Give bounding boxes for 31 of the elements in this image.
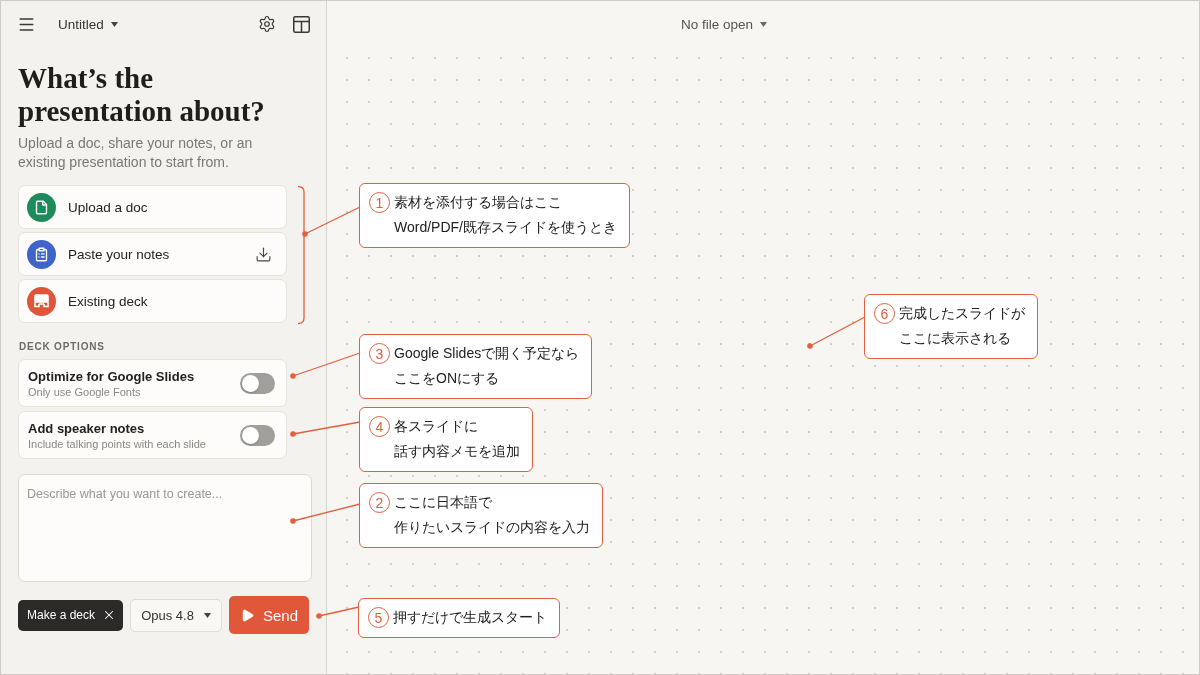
option-label: Add speaker notes: [28, 420, 146, 436]
page-heading: What’s the presentation about?: [18, 62, 266, 128]
caret-icon: [110, 21, 118, 27]
callout-text: 素材を添付する場合はここ Word/PDF/既存スライドを使うとき: [394, 193, 617, 237]
page-subtitle: Upload a doc, share your notes, or an existing presentation to start from.: [18, 134, 254, 172]
option-label: Optimize for Google Slides: [28, 368, 195, 384]
model-select[interactable]: Opus 4.8: [130, 598, 223, 632]
source-option[interactable]: Upload a doc: [18, 185, 287, 229]
toggle-switch[interactable]: [240, 372, 275, 394]
section-label: DECK OPTIONS: [19, 340, 106, 354]
settings-icon[interactable]: [258, 15, 276, 33]
toggle-switch[interactable]: [240, 424, 275, 446]
callout-text: ここに日本語で 作りたいスライドの内容を入力: [394, 493, 590, 537]
option-description: Include talking points with each slide: [28, 437, 206, 450]
option-description: Only use Google Fonts: [28, 385, 142, 398]
callout-text: 押すだけで生成スタート: [393, 608, 547, 627]
source-option[interactable]: Paste your notes: [18, 232, 287, 276]
play-icon: [240, 607, 255, 623]
send-button[interactable]: Send: [229, 596, 310, 634]
download-icon[interactable]: [255, 245, 272, 263]
caret-icon: [760, 21, 768, 27]
callout-text: 各スライドに 話す内容メモを追加: [394, 417, 520, 461]
layout-icon[interactable]: [293, 15, 310, 33]
callout-text: 完成したスライドが ここに表示される: [899, 304, 1025, 348]
prompt-field[interactable]: Describe what you want to create...: [18, 474, 312, 582]
title-menu[interactable]: Untitled: [58, 16, 118, 32]
source-option[interactable]: Existing deck: [18, 279, 287, 323]
callout-text: Google Slidesで開く予定なら ここをONにする: [394, 344, 580, 388]
caret-icon: [203, 612, 211, 618]
mode-chip[interactable]: Make a deck: [18, 599, 124, 631]
file-menu[interactable]: No file open: [681, 16, 768, 32]
